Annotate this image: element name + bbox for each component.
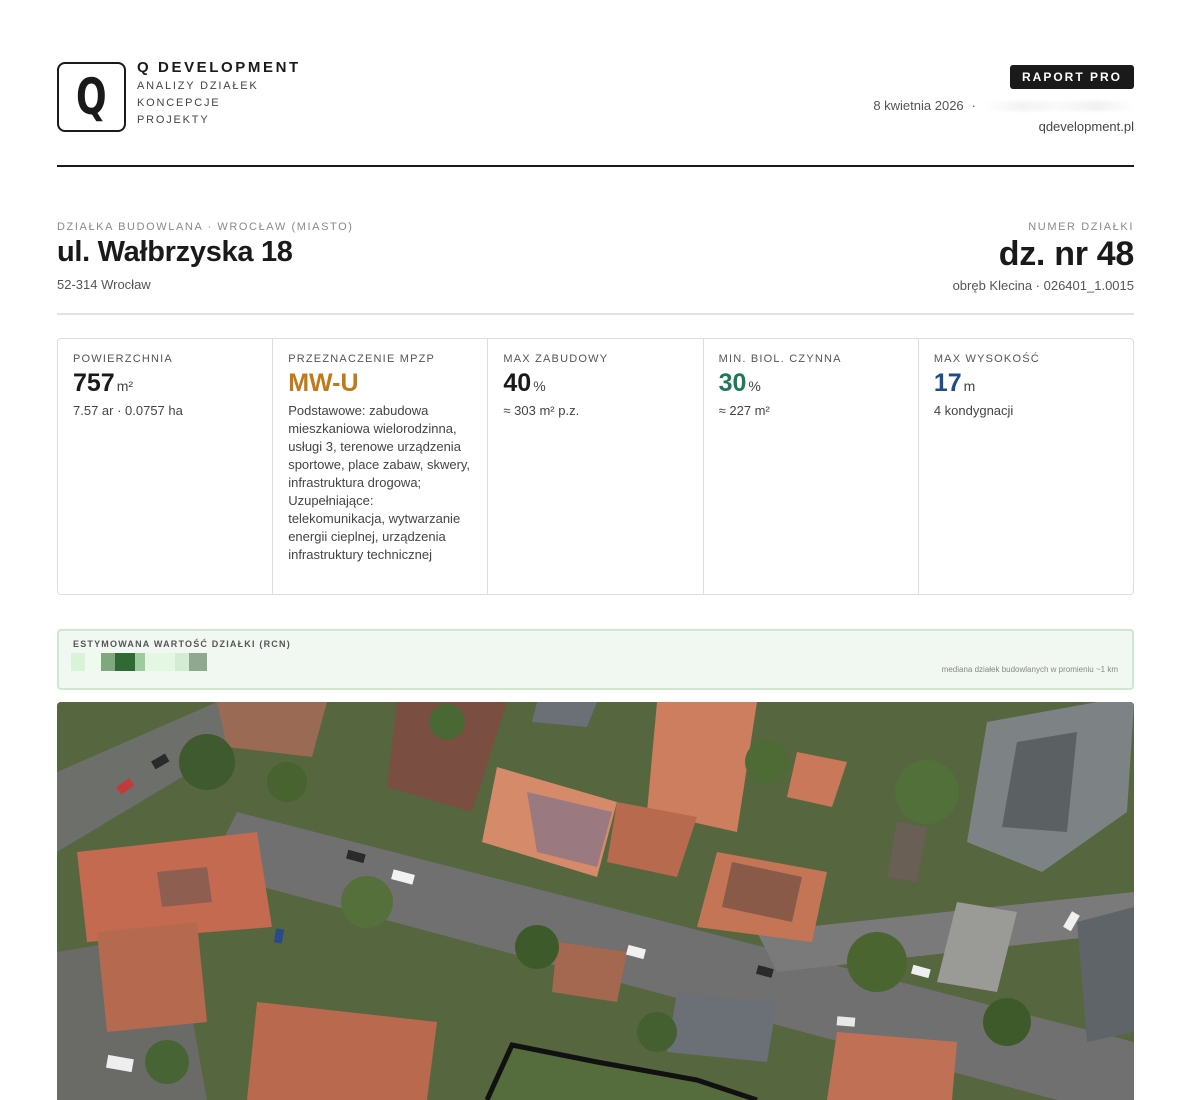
plot-number-block: NUMER DZIAŁKI dz. nr 48 obręb Klecina · … [952, 221, 1135, 293]
stat-label: MAX ZABUDOWY [503, 353, 609, 365]
stat-label: MIN. BIOL. CZYNNA [718, 353, 842, 365]
stat-min-biological: MIN. BIOL. CZYNNA 30 % ≈ 227 m² [704, 339, 919, 594]
section-divider [57, 313, 1134, 315]
street-address: ul. Wałbrzyska 18 [57, 236, 293, 268]
stat-unit: % [533, 378, 546, 394]
stat-value: 40 [503, 369, 532, 397]
report-header: Q Q DEVELOPMENT ANALIZY DZIAŁEK KONCEPCJ… [57, 59, 1134, 142]
plot-number-label: NUMER DZIAŁKI [1028, 221, 1134, 233]
stat-max-coverage: MAX ZABUDOWY 40 % ≈ 303 m² p.z. [488, 339, 704, 594]
header-divider [57, 165, 1134, 167]
separator: · [971, 98, 976, 113]
estimated-value-note: mediana działek budowlanych w promieniu … [941, 665, 1118, 674]
brand-tagline: KONCEPCJE [137, 97, 221, 109]
postal-address: 52-314 Wrocław [57, 277, 151, 292]
report-badge: RAPORT PRO [1009, 65, 1134, 89]
stat-detail: 7.57 ar · 0.0757 ha [73, 403, 183, 418]
aerial-map[interactable] [57, 702, 1134, 1100]
stat-value: 30 [718, 369, 747, 397]
redacted-contact [984, 100, 1134, 111]
stats-grid: POWIERZCHNIA 757 m² 7.57 ar · 0.0757 ha … [57, 338, 1134, 595]
report-date: 8 kwietnia 2026 [873, 98, 964, 113]
stat-area: POWIERZCHNIA 757 m² 7.57 ar · 0.0757 ha [58, 339, 274, 594]
stat-unit: m² [116, 378, 134, 394]
stat-unit: m [963, 378, 976, 394]
stat-unit: % [748, 378, 761, 394]
aerial-photo [57, 702, 1134, 1100]
stat-detail: 4 kondygnacji [933, 403, 1014, 418]
stat-detail: Podstawowe: zabudowa mieszkaniowa wielor… [288, 403, 471, 562]
logo-letter: Q [76, 68, 107, 126]
brand-name: Q DEVELOPMENT [137, 59, 301, 76]
estimated-value-panel: ESTYMOWANA WARTOŚĆ DZIAŁKI (RCN) mediana… [57, 629, 1134, 690]
stat-label: PRZEZNACZENIE MPZP [288, 353, 436, 365]
logo: Q [57, 62, 126, 132]
stat-value: MW-U [288, 369, 359, 397]
brand-block: Q DEVELOPMENT ANALIZY DZIAŁEK KONCEPCJE … [137, 59, 301, 127]
report-meta: RAPORT PRO 8 kwietnia 2026 · qdevelopmen… [873, 65, 1134, 134]
website-link[interactable]: qdevelopment.pl [873, 119, 1134, 134]
stat-label: POWIERZCHNIA [73, 353, 173, 365]
address-block: DZIAŁKA BUDOWLANA · WROCŁAW (MIASTO) ul.… [57, 221, 354, 292]
redacted-value [71, 653, 207, 673]
stat-zoning: PRZEZNACZENIE MPZP MW-U Podstawowe: zabu… [273, 339, 489, 594]
stat-max-height: MAX WYSOKOŚĆ 17 m 4 kondygnacji [919, 339, 1133, 594]
estimated-value-label: ESTYMOWANA WARTOŚĆ DZIAŁKI (RCN) [73, 639, 291, 649]
stat-value: 17 [933, 369, 962, 397]
stat-value: 757 [73, 369, 115, 397]
stat-label: MAX WYSOKOŚĆ [933, 353, 1040, 365]
plot-number: dz. nr 48 [998, 235, 1135, 273]
plot-type-label: DZIAŁKA BUDOWLANA · WROCŁAW (MIASTO) [57, 221, 354, 233]
plot-precinct: obręb Klecina · 026401_1.0015 [952, 278, 1134, 293]
brand-tagline: PROJEKTY [137, 114, 210, 126]
date-row: 8 kwietnia 2026 · [873, 98, 1134, 113]
stat-detail: ≈ 227 m² [718, 403, 770, 418]
brand-tagline: ANALIZY DZIAŁEK [137, 80, 259, 92]
stat-detail: ≈ 303 m² p.z. [503, 403, 580, 418]
